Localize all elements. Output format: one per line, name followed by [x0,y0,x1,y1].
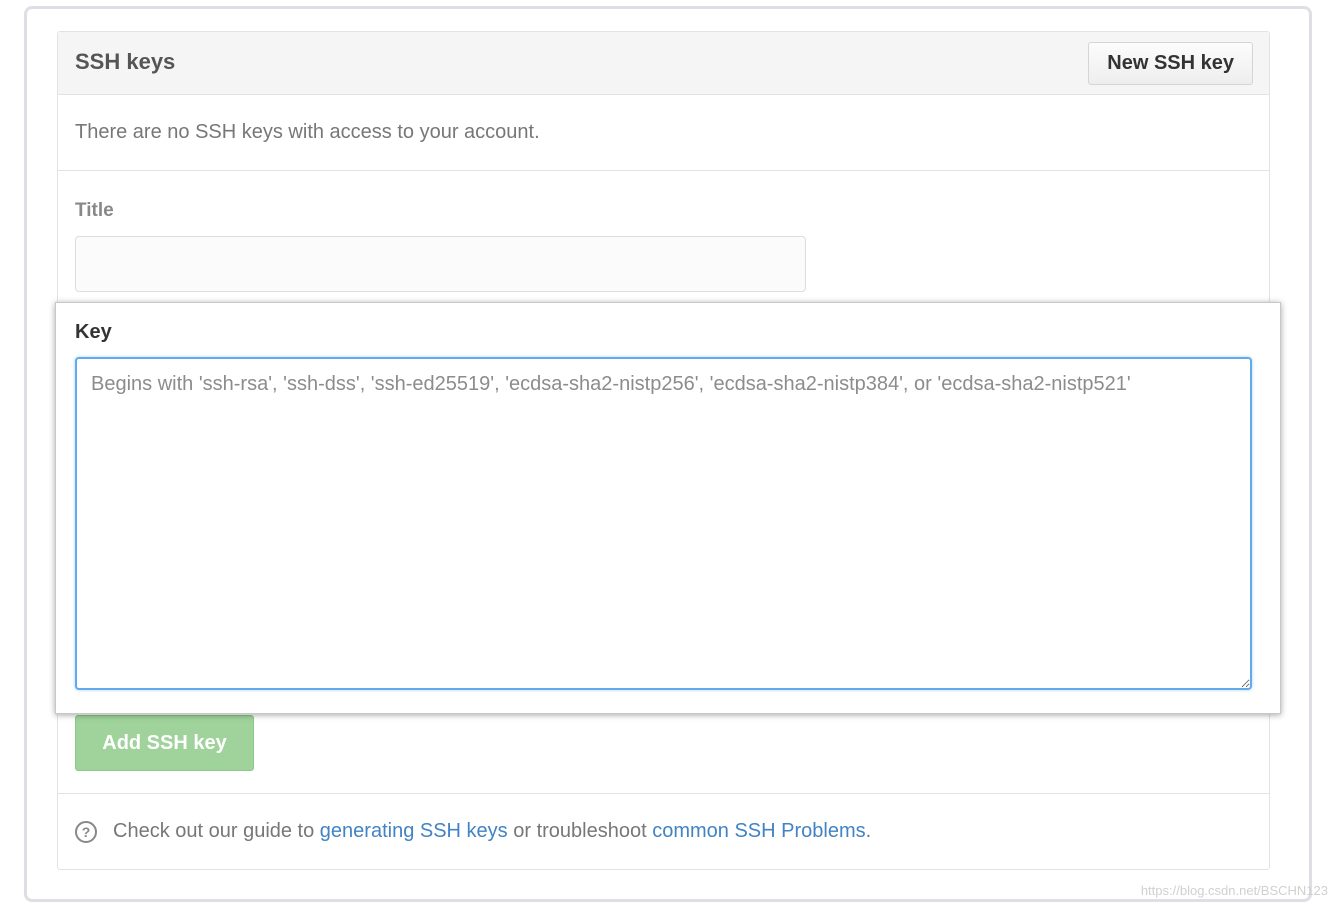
help-footer: ? Check out our guide to generating SSH … [58,793,1269,870]
panel-header: SSH keys New SSH key [58,32,1269,95]
watermark: https://blog.csdn.net/BSCHN123 [1140,883,1328,898]
add-ssh-key-button[interactable]: Add SSH key [75,715,254,771]
question-circle-icon: ? [75,821,97,843]
generating-ssh-keys-link[interactable]: generating SSH keys [320,820,508,842]
empty-state-text: There are no SSH keys with access to you… [75,121,540,143]
title-input[interactable] [75,236,806,292]
title-label: Title [75,200,114,221]
help-text-after: . [865,820,872,842]
help-text-before: Check out our guide to [113,820,320,842]
common-ssh-problems-link[interactable]: common SSH Problems [652,820,865,842]
key-field-section: Key [55,302,1281,714]
empty-state-row: There are no SSH keys with access to you… [58,95,1269,171]
panel-title: SSH keys [75,49,176,74]
help-text-middle: or troubleshoot [507,820,653,842]
key-label: Key [75,321,112,343]
key-textarea[interactable] [75,357,1252,690]
new-ssh-key-button[interactable]: New SSH key [1088,42,1253,85]
help-text: Check out our guide to generating SSH ke… [113,820,871,843]
